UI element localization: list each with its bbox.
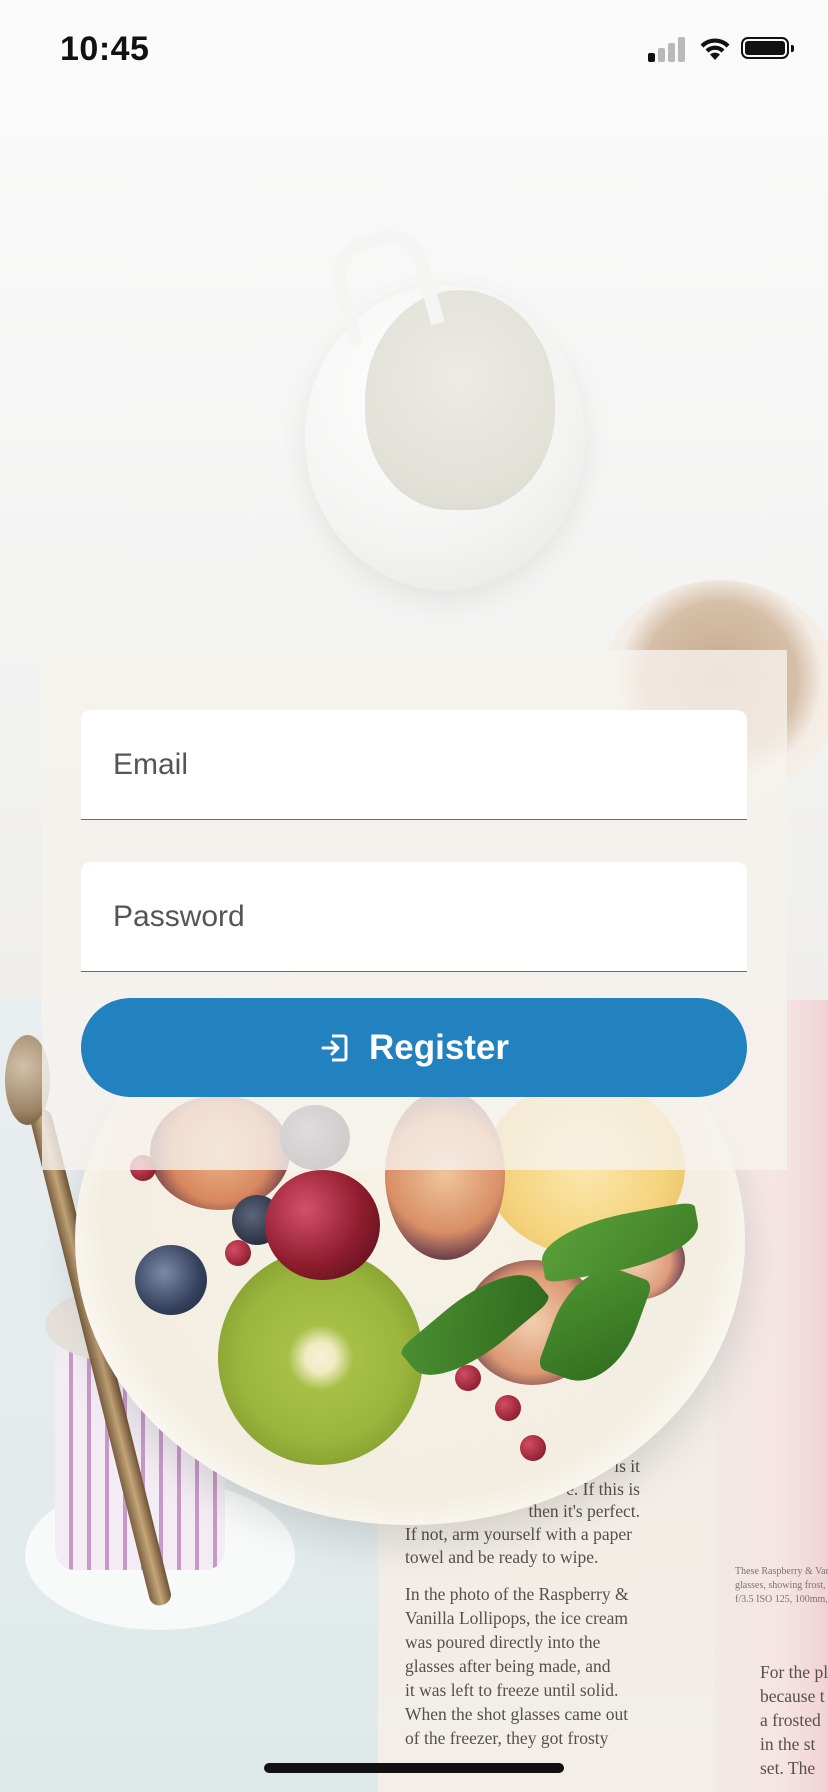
password-field[interactable] [81, 862, 747, 972]
magazine-text-right: For the pl because t a frosted in the st… [760, 1662, 828, 1778]
battery-icon [741, 37, 794, 59]
register-label: Register [368, 1027, 510, 1067]
login-icon [321, 1034, 348, 1061]
pomegranate-seed [455, 1365, 481, 1391]
magazine-caption: These Raspberry & Vani glasses, showing … [735, 1566, 828, 1605]
pomegranate-seed [225, 1240, 251, 1266]
email-input[interactable] [81, 710, 747, 819]
blueberry [135, 1245, 207, 1315]
status-bar: 10:45 [0, 0, 828, 100]
magazine-body-text: In the photo of the Raspberry & Vanilla … [405, 1584, 629, 1748]
password-input[interactable] [81, 862, 747, 971]
kiwi-slice [218, 1250, 423, 1465]
register-button[interactable]: Register [81, 998, 747, 1097]
pomegranate-seed [520, 1435, 546, 1461]
signal-icon [648, 36, 688, 62]
pomegranate-seed [495, 1395, 521, 1421]
home-indicator[interactable] [264, 1763, 564, 1773]
status-time: 10:45 [60, 30, 150, 68]
cherry [265, 1170, 380, 1280]
wifi-icon [700, 38, 730, 60]
email-field[interactable] [81, 710, 747, 820]
